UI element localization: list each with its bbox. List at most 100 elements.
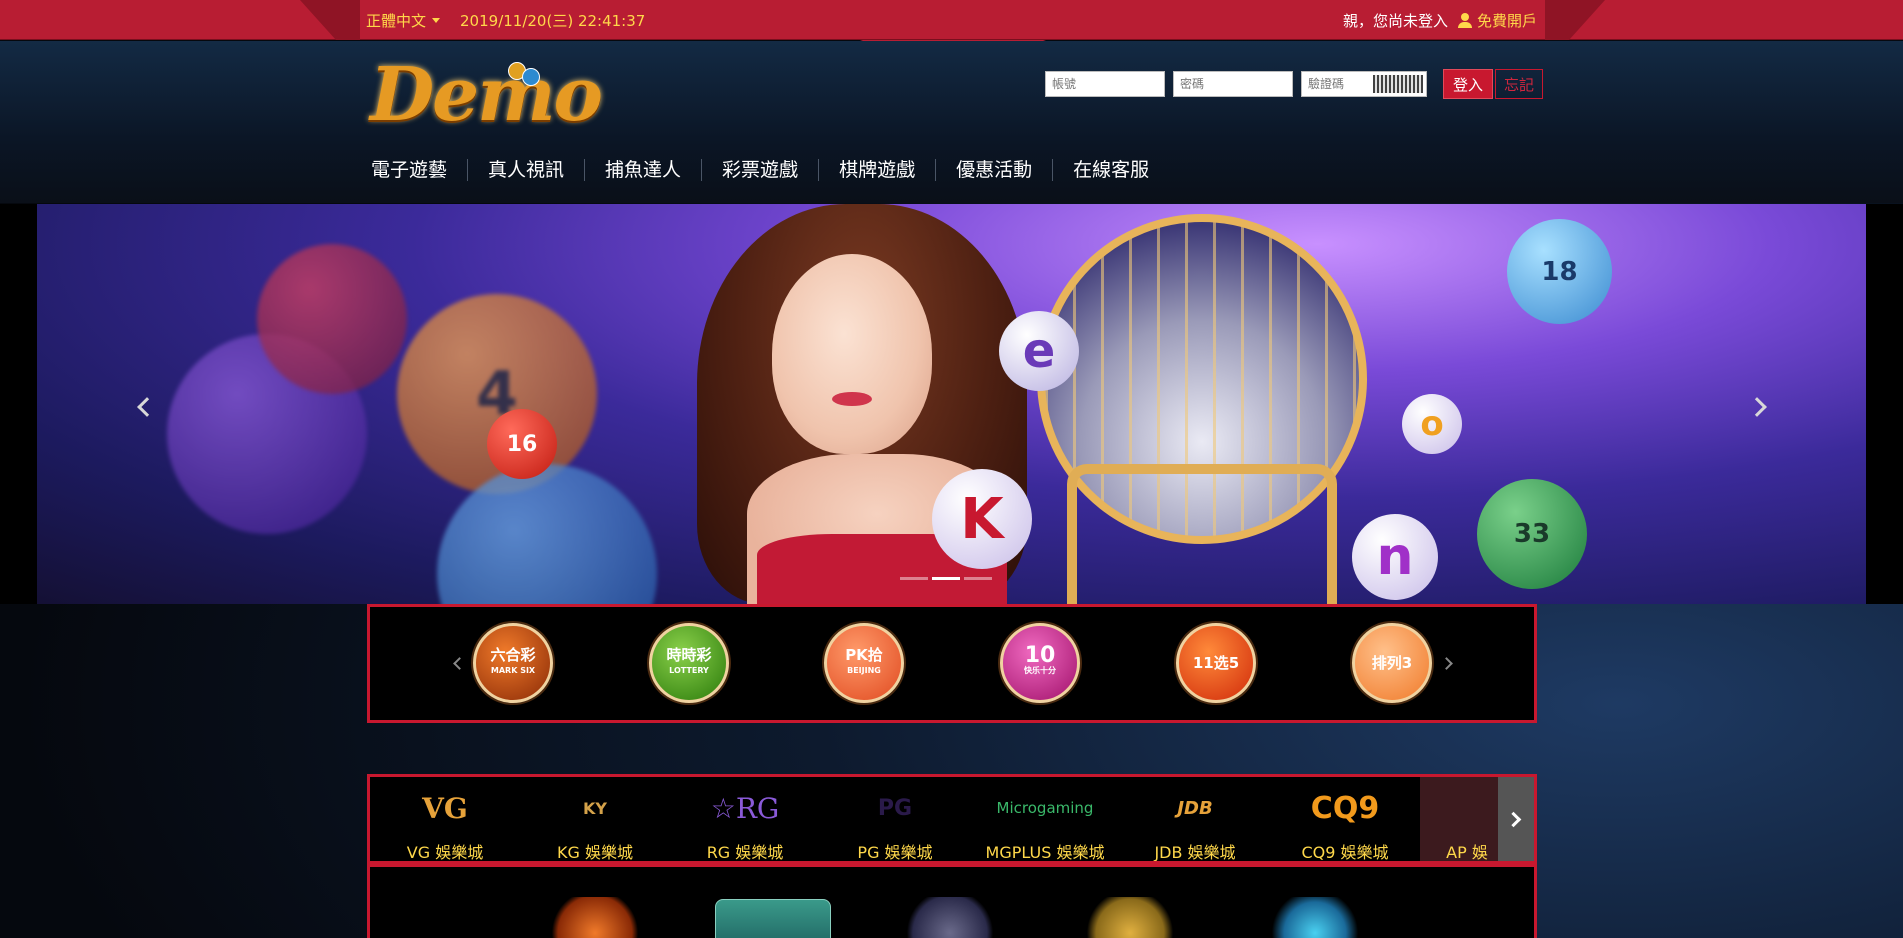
main-nav: 電子遊藝 真人視訊 捕魚達人 彩票遊戲 棋牌遊戲 優惠活動 在線客服 <box>371 159 1169 181</box>
rg-logo: ☆RG <box>710 791 780 825</box>
login-button[interactable]: 登入 <box>1443 69 1494 99</box>
ball-letter: e <box>1022 323 1056 379</box>
game-thumbnail[interactable] <box>715 899 831 938</box>
lottery-ball-letter: K <box>932 469 1032 569</box>
header: Demo 登入 忘記 電子遊藝 真人視訊 捕魚達人 彩票遊戲 棋牌遊戲 優惠活動… <box>0 41 1903 203</box>
password-input[interactable] <box>1173 71 1293 97</box>
user-icon <box>1457 12 1472 28</box>
top-bar-bevel-left <box>300 0 360 40</box>
lottery-item-pick3[interactable]: 排列3 <box>1352 623 1432 703</box>
lottery-item-pk10[interactable]: PK拾 BEIJING <box>824 623 904 703</box>
game-list <box>367 864 1537 938</box>
game-thumbnail[interactable] <box>1080 897 1180 938</box>
lottery-games-strip: 六合彩 MARK SIX 時時彩 LOTTERY PK拾 BEIJING 10 快乐十分… <box>367 604 1537 723</box>
ball-number: 33 <box>1513 519 1551 549</box>
nav-item-lottery[interactable]: 彩票遊戲 <box>701 159 818 181</box>
page: 正體中文 2019/11/20(三) 22:41:37 親，您尚未登入 免費開戶… <box>0 0 1903 938</box>
ball-letter: o <box>1420 404 1444 444</box>
banner-indicator[interactable] <box>964 577 992 580</box>
game-thumbnail[interactable] <box>1265 897 1365 938</box>
lottery-item-11x5[interactable]: 11选5 <box>1176 623 1256 703</box>
lottery-item-title: 時時彩 <box>666 646 712 664</box>
lottery-ball-green: 33 <box>1477 479 1587 589</box>
site-logo[interactable]: Demo <box>370 52 603 138</box>
banner-indicator-active[interactable] <box>932 577 960 580</box>
nav-item-electronic-games[interactable]: 電子遊藝 <box>371 159 467 181</box>
platform-label: MGPLUS 娛樂城 <box>985 843 1105 862</box>
top-bar-content: 正體中文 2019/11/20(三) 22:41:37 親，您尚未登入 免費開戶 <box>366 0 1537 40</box>
microgaming-logo: Microgaming <box>996 799 1094 817</box>
caret-down-icon <box>432 17 441 23</box>
lottery-item-mark-six[interactable]: 六合彩 MARK SIX <box>473 623 553 703</box>
signup-label: 免費開戶 <box>1476 11 1537 30</box>
game-thumbnail[interactable] <box>545 897 645 938</box>
language-select[interactable]: 正體中文 2019/11/20(三) 22:41:37 <box>366 10 645 31</box>
ball-letter: n <box>1376 527 1414 587</box>
login-form: 登入 忘記 <box>1045 69 1544 99</box>
lottery-item-title: 10 <box>1024 643 1056 668</box>
username-input[interactable] <box>1045 71 1165 97</box>
lottery-item-subtitle: 快乐十分 <box>1024 666 1056 675</box>
ball-letter: K <box>960 486 1004 552</box>
lottery-ball-letter: n <box>1352 514 1438 600</box>
chevron-right-icon <box>1505 811 1522 827</box>
lottery-item-subtitle: BEIJING <box>847 666 881 675</box>
banner-indicators <box>900 577 992 580</box>
jdb-logo: JDB <box>1177 797 1213 819</box>
nav-item-promotions[interactable]: 優惠活動 <box>935 159 1052 181</box>
captcha-field <box>1301 71 1427 97</box>
pg-logo: PG <box>877 795 913 821</box>
top-bar: 正體中文 2019/11/20(三) 22:41:37 親，您尚未登入 免費開戶 <box>0 0 1903 40</box>
platform-tab-rg[interactable]: ☆RG RG 娛樂城 <box>670 777 820 862</box>
banner-slide[interactable]: 4 16 e K n o 18 33 <box>37 204 1866 604</box>
platform-label: JDB 娛樂城 <box>1154 843 1236 862</box>
nav-item-customer-service[interactable]: 在線客服 <box>1052 159 1169 181</box>
platform-next-button[interactable] <box>1498 777 1534 861</box>
lottery-item-title: 六合彩 <box>490 646 536 664</box>
kg-logo: KY <box>583 798 607 818</box>
lottery-item-ssc[interactable]: 時時彩 LOTTERY <box>649 623 729 703</box>
language-label: 正體中文 <box>366 11 427 30</box>
platform-tabs: VG VG 娛樂城 KY KG 娛樂城 ☆RG RG 娛樂城 PG PG 娛樂城… <box>367 774 1537 864</box>
logo-text: Demo <box>370 52 603 138</box>
platform-label: KG 娛樂城 <box>557 843 633 862</box>
banner-indicator[interactable] <box>900 577 928 580</box>
lottery-next-arrow-icon[interactable] <box>1440 657 1453 670</box>
forget-password-button[interactable]: 忘記 <box>1495 69 1544 99</box>
platform-label: PG 娛樂城 <box>857 843 933 862</box>
platform-label: RG 娛樂城 <box>706 843 784 862</box>
platform-tab-kg[interactable]: KY KG 娛樂城 <box>520 777 670 862</box>
platform-tab-mgplus[interactable]: Microgaming MGPLUS 娛樂城 <box>970 777 1120 861</box>
lottery-item-happy-ten[interactable]: 10 快乐十分 <box>1000 623 1080 703</box>
lottery-ball-letter: e <box>999 311 1079 391</box>
lottery-item-title: PK拾 <box>845 646 883 664</box>
lottery-ball-image <box>257 244 407 394</box>
ball-number: 16 <box>506 431 538 457</box>
signup-link[interactable]: 免費開戶 <box>1457 10 1537 31</box>
lottery-ball-letter: o <box>1402 394 1462 454</box>
platform-label: VG 娛樂城 <box>406 843 484 862</box>
nav-item-card-games[interactable]: 棋牌遊戲 <box>818 159 935 181</box>
vg-logo: VG <box>422 791 468 825</box>
top-bar-bevel-right <box>1545 0 1605 40</box>
login-status-text: 親，您尚未登入 <box>1342 11 1448 30</box>
nav-item-fishing[interactable]: 捕魚達人 <box>584 159 701 181</box>
lottery-prev-arrow-icon[interactable] <box>453 657 466 670</box>
lottery-ball-blue: 18 <box>1507 219 1612 324</box>
lottery-item-title: 11选5 <box>1192 653 1240 672</box>
lottery-item-subtitle: MARK SIX <box>490 666 536 675</box>
platform-tab-vg[interactable]: VG VG 娛樂城 <box>370 777 520 862</box>
current-datetime: 2019/11/20(三) 22:41:37 <box>460 11 646 30</box>
platform-tab-jdb[interactable]: JDB JDB 娛樂城 <box>1120 777 1270 862</box>
ball-number: 18 <box>1541 256 1578 287</box>
cq9-logo: CQ9 <box>1310 790 1380 826</box>
logo-ball-icon <box>522 68 540 86</box>
lottery-item-title: 排列3 <box>1371 653 1413 672</box>
lottery-item-subtitle: LOTTERY <box>669 666 709 675</box>
lottery-ball-red: 16 <box>487 409 557 479</box>
captcha-image[interactable] <box>1373 75 1423 93</box>
nav-item-live-casino[interactable]: 真人視訊 <box>467 159 584 181</box>
platform-tab-pg[interactable]: PG PG 娛樂城 <box>820 777 970 862</box>
lottery-stand-image <box>1067 464 1337 604</box>
game-thumbnail[interactable] <box>900 897 1000 938</box>
